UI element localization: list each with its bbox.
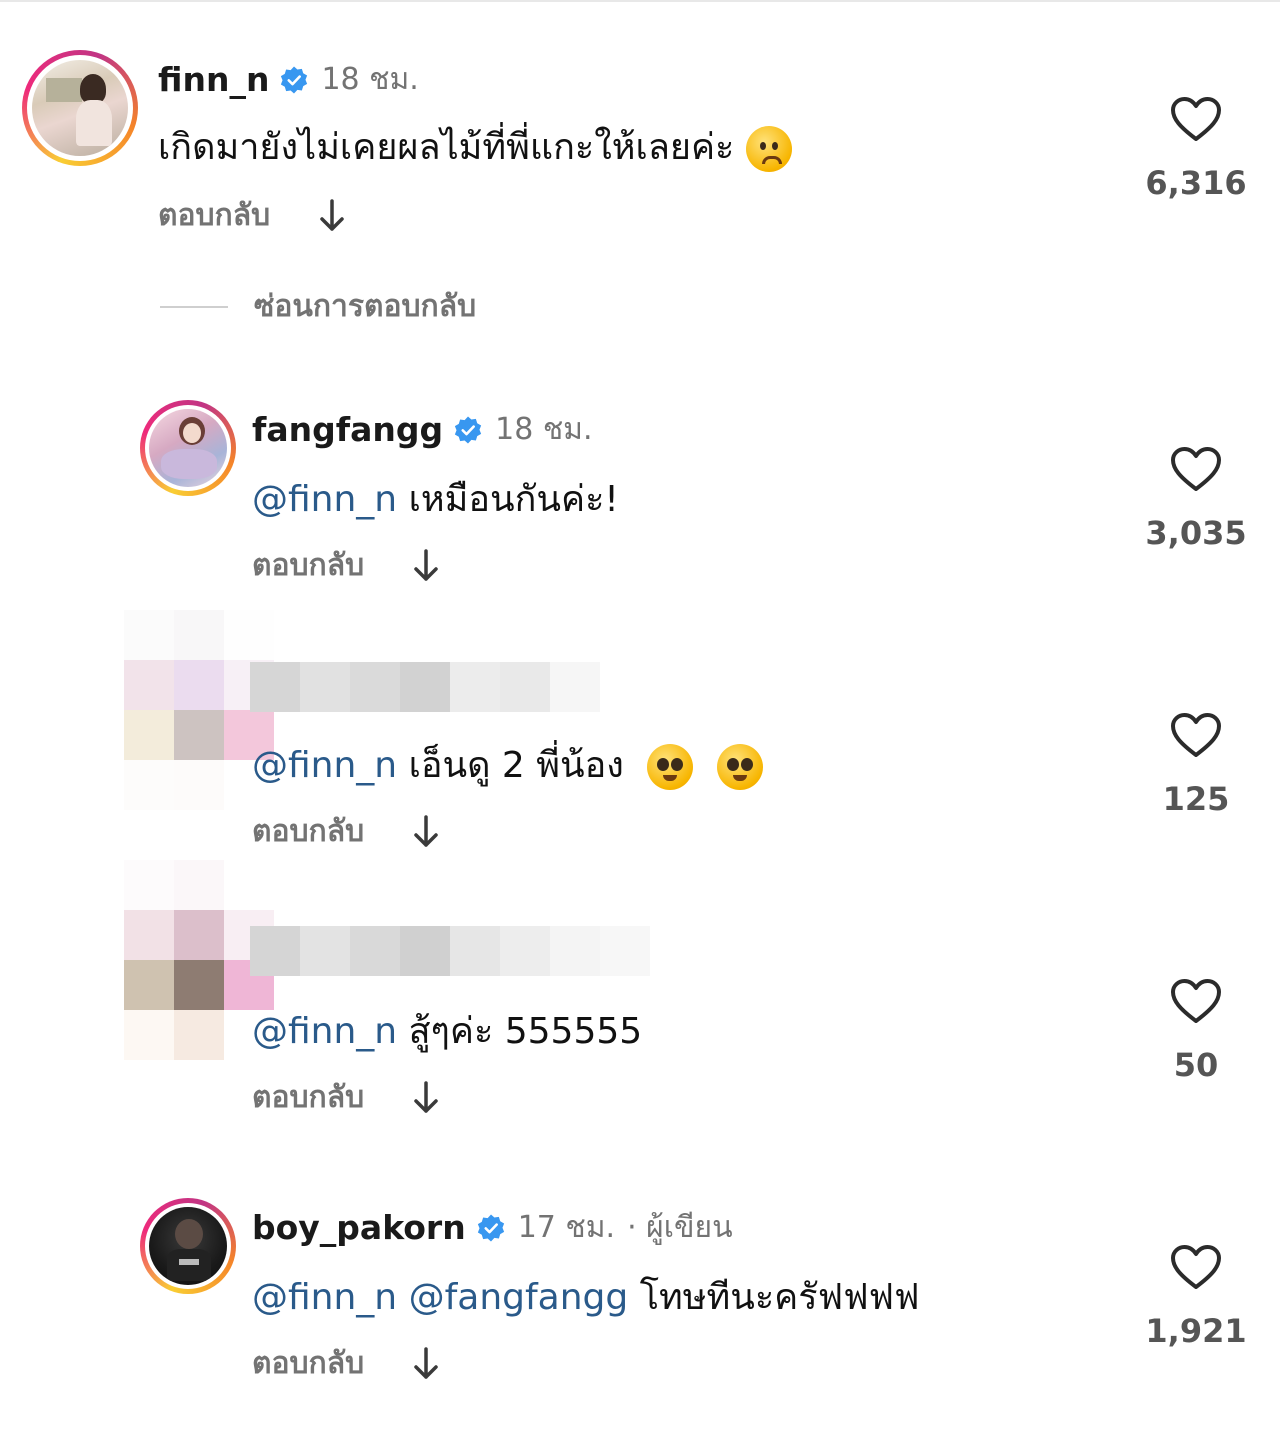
reply-button[interactable]: ตอบกลับ xyxy=(252,1074,364,1121)
reply-button[interactable]: ตอบกลับ xyxy=(252,1340,364,1387)
mention-link[interactable]: @finn_n xyxy=(252,1011,397,1052)
like-count: 50 xyxy=(1173,1046,1219,1084)
username[interactable]: fangfangg xyxy=(252,410,443,449)
mention-link[interactable]: @fangfangg xyxy=(409,1277,629,1318)
verified-badge-icon xyxy=(477,1214,504,1241)
reply-button[interactable]: ตอบกลับ xyxy=(252,542,364,589)
arrow-down-icon[interactable] xyxy=(412,548,440,584)
comment-text: @finn_n สู้ๆค่ะ 555555 xyxy=(252,1011,643,1052)
pleading-face-emoji xyxy=(716,744,763,790)
arrow-down-icon[interactable] xyxy=(318,198,346,234)
like-count: 125 xyxy=(1162,780,1230,818)
heart-icon[interactable] xyxy=(1170,1244,1222,1290)
timestamp: 18 ชม. xyxy=(321,62,419,97)
arrow-down-icon[interactable] xyxy=(412,814,440,850)
avatar[interactable] xyxy=(22,50,138,166)
heart-icon[interactable] xyxy=(1170,96,1222,142)
comment-text: @finn_n @fangfangg โทษทีนะครัฟฟฟฟ xyxy=(252,1277,920,1318)
like-control: 3,035 xyxy=(1126,446,1266,552)
arrow-down-icon[interactable] xyxy=(412,1080,440,1116)
comment-text: @finn_n เอ็นดู 2 พี่น้อง xyxy=(252,736,763,793)
comment-text: @finn_n เหมือนกันค่ะ! xyxy=(252,479,619,520)
username-pixelated[interactable] xyxy=(250,926,650,976)
avatar[interactable] xyxy=(140,1198,236,1294)
like-count: 6,316 xyxy=(1145,164,1247,202)
hide-replies-line xyxy=(160,305,228,308)
heart-icon[interactable] xyxy=(1170,446,1222,492)
username[interactable]: finn_n xyxy=(158,60,269,99)
heart-icon[interactable] xyxy=(1170,978,1222,1024)
like-control: 125 xyxy=(1126,712,1266,818)
top-divider xyxy=(0,0,1280,2)
username[interactable]: boy_pakorn xyxy=(252,1208,466,1247)
verified-badge-icon xyxy=(281,66,308,93)
hide-replies-label: ซ่อนการตอบกลับ xyxy=(254,289,477,324)
like-control: 1,921 xyxy=(1126,1244,1266,1350)
like-count: 1,921 xyxy=(1145,1312,1247,1350)
author-badge: · ผู้เขียน xyxy=(627,1210,733,1245)
pleading-face-emoji xyxy=(647,744,694,790)
mention-link[interactable]: @finn_n xyxy=(252,1277,397,1318)
heart-icon[interactable] xyxy=(1170,712,1222,758)
verified-badge-icon xyxy=(454,416,482,443)
username-pixelated[interactable] xyxy=(250,662,600,712)
frowning-face-emoji xyxy=(746,126,793,172)
reply-button[interactable]: ตอบกลับ xyxy=(158,192,270,239)
mention-link[interactable]: @finn_n xyxy=(252,745,397,786)
avatar[interactable] xyxy=(140,400,236,496)
like-count: 3,035 xyxy=(1145,514,1247,552)
hide-replies-button[interactable]: ซ่อนการตอบกลับ xyxy=(160,283,476,330)
comment-text: เกิดมายังไม่เคยผลไม้ที่พี่แกะให้เลยค่ะ xyxy=(158,118,793,175)
like-control: 6,316 xyxy=(1126,96,1266,202)
timestamp: 18 ชม. xyxy=(495,412,593,447)
like-control: 50 xyxy=(1126,978,1266,1084)
reply-button[interactable]: ตอบกลับ xyxy=(252,808,364,855)
arrow-down-icon[interactable] xyxy=(412,1346,440,1382)
mention-link[interactable]: @finn_n xyxy=(252,479,397,520)
timestamp: 17 ชม. xyxy=(517,1210,616,1245)
